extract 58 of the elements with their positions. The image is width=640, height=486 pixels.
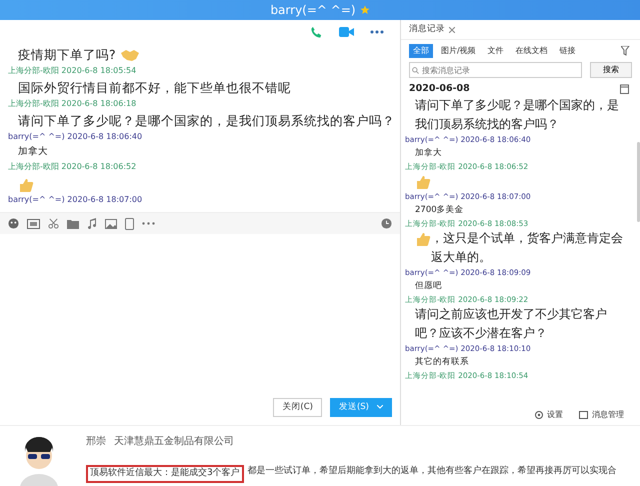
window-title: barry(=^ ^=)	[270, 2, 356, 19]
search-icon	[412, 67, 419, 74]
scrollbar[interactable]	[636, 142, 640, 222]
message-text: 其它的有联系	[414, 356, 470, 370]
caret-icon[interactable]	[377, 404, 383, 409]
filter-tab[interactable]: 在线文档	[512, 44, 552, 58]
close-button[interactable]: 关闭(C)	[273, 398, 322, 417]
folder-icon[interactable]	[67, 218, 79, 228]
music-icon[interactable]	[87, 218, 97, 229]
filter-tab[interactable]: 图片/视频	[437, 44, 480, 58]
filter-tab[interactable]: 链接	[556, 44, 580, 58]
person-name: 邢崇	[86, 434, 106, 449]
message-log-icon[interactable]	[579, 411, 588, 419]
calendar-icon[interactable]	[620, 84, 629, 94]
phone-icon[interactable]	[310, 26, 323, 38]
message-meta: 上海分部-欧阳 2020-6-8 18:06:52	[7, 161, 138, 173]
message-meta: 上海分部-欧阳 2020-6-8 18:05:54	[7, 65, 138, 77]
thumbs-up-icon	[18, 176, 34, 193]
history-icon[interactable]	[381, 218, 392, 229]
history-tab[interactable]: 消息记录	[409, 23, 445, 36]
scissors-icon[interactable]	[48, 218, 59, 229]
more-icon[interactable]	[370, 30, 384, 34]
thumbs-up-icon	[415, 231, 431, 248]
message-text: ，这只是个试单，货客户满意肯定会返大单的。	[431, 230, 624, 266]
emoji-icon[interactable]	[8, 218, 19, 229]
highlighted-quote: 顶易软件近信最大：是能成交3个客户	[86, 465, 244, 482]
message-text: 请问下单了多少呢？是哪个国家的，是我们顶易系统找的客户吗？	[17, 112, 396, 130]
message-management-link[interactable]: 消息管理	[592, 409, 624, 421]
search-button[interactable]: 搜索	[590, 62, 632, 78]
testimonial-text: 都是一些试订单，希望后期能拿到大的返单，其他有些客户在跟踪，希望再接再厉可以实现合	[248, 465, 617, 478]
message-text: 请问之前应该也开发了不少其它客户吧？应该不少潜在客户？	[414, 306, 608, 342]
thumbs-up-icon	[415, 174, 431, 190]
message-text: 加拿大	[414, 147, 443, 160]
video-camera-icon[interactable]	[339, 26, 354, 38]
gif-icon[interactable]	[27, 218, 40, 228]
message-meta: 上海分部-欧阳 2020-6-8 18:06:18	[7, 98, 138, 110]
search-field[interactable]: 搜索消息记录	[409, 62, 582, 78]
handshake-icon	[120, 48, 140, 62]
settings-icon[interactable]	[535, 411, 543, 419]
message-text: 加拿大	[17, 145, 49, 159]
filter-tab[interactable]: 全部	[409, 44, 433, 58]
filter-tab[interactable]: 文件	[484, 44, 508, 58]
tablet-icon[interactable]	[125, 218, 134, 230]
message-text: 国际外贸行情目前都不好，能下些单也很不错呢	[17, 79, 292, 97]
message-text: 2700多美金	[414, 204, 465, 218]
message-text: 疫情期下单了吗?	[18, 46, 116, 64]
date-heading: 2020-06-08	[409, 82, 470, 96]
settings-link[interactable]: 设置	[547, 409, 563, 421]
message-meta: barry(=^ ^=) 2020-6-8 18:06:40	[7, 131, 144, 143]
message-text: 请问下单了多少呢？是哪个国家的，是我们顶易系统找的客户吗？	[414, 97, 620, 134]
company-name: 天津慧鼎五金制品有限公司	[114, 434, 234, 449]
message-meta: barry(=^ ^=) 2020-6-8 18:07:00	[7, 194, 144, 206]
close-icon[interactable]	[449, 26, 455, 32]
more-icon[interactable]	[142, 222, 155, 225]
filter-icon[interactable]	[621, 46, 632, 56]
message-text: 但愿吧	[414, 280, 443, 294]
star-icon	[360, 5, 370, 15]
image-icon[interactable]	[105, 218, 117, 228]
